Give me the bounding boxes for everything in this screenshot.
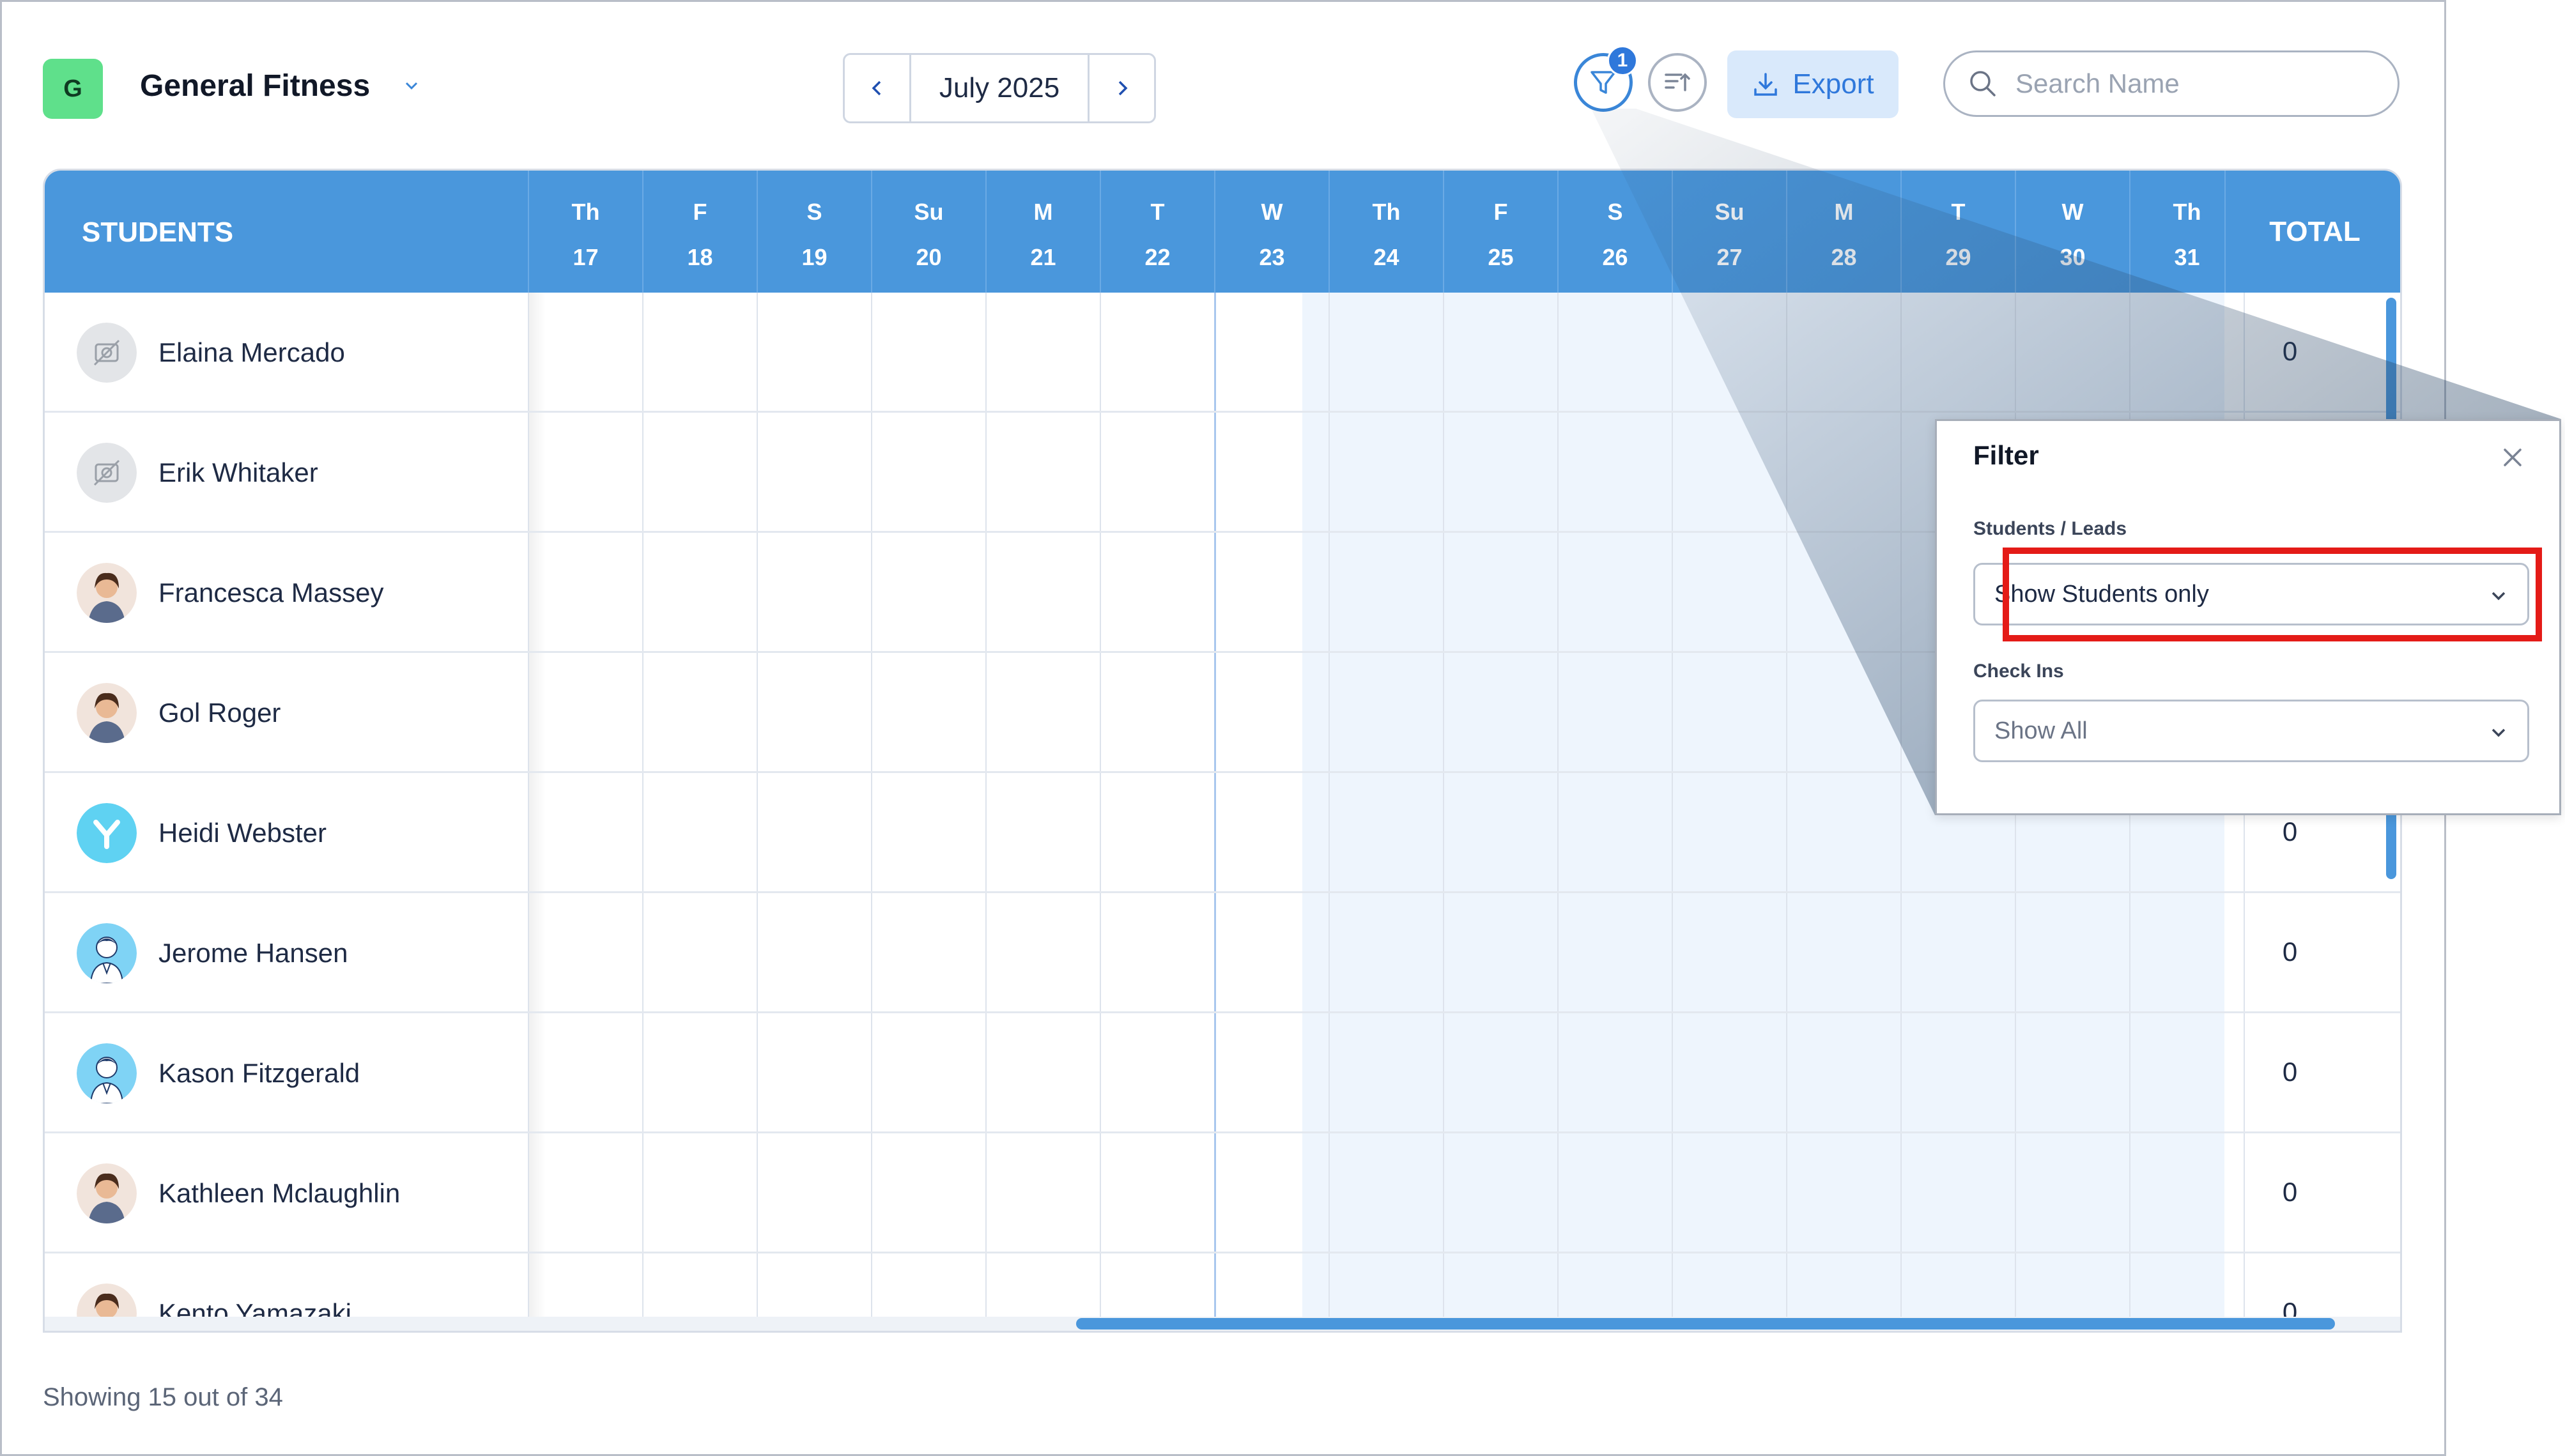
day-column-header: S 26 bbox=[1557, 171, 1672, 293]
day-number: 29 bbox=[1945, 244, 1971, 270]
day-column-header: W 23 bbox=[1214, 171, 1329, 293]
chevron-left-icon bbox=[872, 80, 881, 96]
student-name[interactable]: Kason Fitzgerald bbox=[158, 1058, 360, 1089]
day-number: 24 bbox=[1373, 244, 1399, 270]
org-name[interactable]: General Fitness bbox=[140, 68, 370, 103]
placeholder-avatar-icon bbox=[77, 443, 137, 503]
male-avatar-icon bbox=[77, 923, 137, 983]
day-of-week: W bbox=[2061, 199, 2084, 225]
table-row[interactable]: Kathleen Mclaughlin 0 bbox=[45, 1133, 2400, 1253]
photo-avatar bbox=[77, 1163, 137, 1223]
day-number: 17 bbox=[573, 244, 599, 270]
filter-panel-title: Filter bbox=[1973, 440, 2039, 470]
row-total: 0 bbox=[2282, 1177, 2298, 1207]
brand-avatar-icon bbox=[77, 803, 137, 863]
day-column-header: M 21 bbox=[985, 171, 1100, 293]
day-number: 21 bbox=[1030, 244, 1056, 270]
student-name[interactable]: Jerome Hansen bbox=[158, 938, 348, 969]
day-column-header: F 25 bbox=[1443, 171, 1557, 293]
previous-month-button[interactable] bbox=[845, 55, 911, 121]
search-input[interactable] bbox=[2015, 68, 2373, 99]
students-column-header: STUDENTS bbox=[82, 217, 234, 248]
day-of-week: Su bbox=[1714, 199, 1745, 225]
day-column-header: W 30 bbox=[2015, 171, 2129, 293]
day-number: 22 bbox=[1144, 244, 1171, 270]
total-column-header: TOTAL bbox=[2224, 171, 2400, 293]
close-icon[interactable] bbox=[2497, 441, 2529, 473]
row-total: 0 bbox=[2282, 336, 2298, 366]
export-button[interactable]: Export bbox=[1727, 50, 1899, 118]
day-of-week: W bbox=[1261, 199, 1283, 225]
month-navigator: July 2025 bbox=[843, 53, 1156, 123]
day-number: 27 bbox=[1716, 244, 1743, 270]
day-number: 26 bbox=[1602, 244, 1628, 270]
month-label: July 2025 bbox=[939, 72, 1060, 103]
day-column-header: M 28 bbox=[1786, 171, 1900, 293]
day-of-week: T bbox=[1150, 199, 1165, 225]
day-of-week: F bbox=[693, 199, 707, 225]
student-name[interactable]: Gol Roger bbox=[158, 698, 281, 728]
search-box[interactable] bbox=[1943, 50, 2399, 117]
day-number: 19 bbox=[801, 244, 828, 270]
day-number: 28 bbox=[1831, 244, 1857, 270]
row-total: 0 bbox=[2282, 937, 2298, 967]
table-row[interactable]: Jerome Hansen 0 bbox=[45, 893, 2400, 1013]
day-number: 20 bbox=[916, 244, 942, 270]
student-name[interactable]: Francesca Massey bbox=[158, 578, 383, 608]
horizontal-scrollbar[interactable] bbox=[1076, 1318, 2335, 1330]
day-column-header: Su 20 bbox=[871, 171, 985, 293]
sort-icon bbox=[1665, 73, 1690, 91]
day-column-header: F 18 bbox=[642, 171, 757, 293]
student-name[interactable]: Erik Whitaker bbox=[158, 457, 318, 488]
row-total: 0 bbox=[2282, 816, 2298, 847]
day-column-header: Th 24 bbox=[1329, 171, 1443, 293]
day-of-week: Su bbox=[914, 199, 944, 225]
chevron-right-icon bbox=[1118, 80, 1127, 96]
table-row[interactable]: Kason Fitzgerald 0 bbox=[45, 1013, 2400, 1133]
check-ins-value: Show All bbox=[1994, 717, 2088, 744]
check-ins-select[interactable]: Show All bbox=[1973, 700, 2529, 762]
check-ins-label: Check Ins bbox=[1973, 661, 2064, 682]
student-name[interactable]: Elaina Mercado bbox=[158, 337, 345, 368]
download-icon bbox=[1754, 73, 1778, 96]
day-column-header: S 19 bbox=[757, 171, 871, 293]
photo-avatar bbox=[77, 683, 137, 743]
table-header: STUDENTS Th 17 F 18 S 19 Su 20 M 21 T 22 W 23 Th 24 F 25 S… bbox=[45, 171, 2400, 293]
male-avatar-icon bbox=[77, 1043, 137, 1103]
students-leads-label: Students / Leads bbox=[1973, 518, 2127, 539]
day-column-header: Su 27 bbox=[1672, 171, 1786, 293]
day-of-week: S bbox=[806, 199, 822, 225]
day-column-header: Th 17 bbox=[528, 171, 642, 293]
filter-count-badge: 1 bbox=[1607, 45, 1638, 76]
day-number: 30 bbox=[2060, 244, 2086, 270]
chevron-down-icon[interactable] bbox=[403, 77, 420, 94]
day-of-week: T bbox=[1951, 199, 1966, 225]
org-badge: G bbox=[43, 59, 103, 119]
placeholder-avatar-icon bbox=[77, 323, 137, 383]
row-total: 0 bbox=[2282, 1057, 2298, 1087]
day-number: 18 bbox=[687, 244, 713, 270]
day-number: 25 bbox=[1488, 244, 1514, 270]
next-month-button[interactable] bbox=[1088, 55, 1154, 121]
search-icon bbox=[1970, 71, 1996, 96]
photo-avatar bbox=[77, 563, 137, 623]
day-column-header: T 22 bbox=[1100, 171, 1214, 293]
day-of-week: F bbox=[1493, 199, 1508, 225]
showing-count: Showing 15 out of 34 bbox=[43, 1383, 283, 1411]
export-label: Export bbox=[1792, 68, 1874, 100]
day-of-week: M bbox=[1033, 199, 1053, 225]
day-of-week: S bbox=[1607, 199, 1623, 225]
day-of-week: Th bbox=[1372, 199, 1401, 225]
student-name[interactable]: Heidi Webster bbox=[158, 818, 327, 848]
day-number: 23 bbox=[1259, 244, 1285, 270]
day-of-week: Th bbox=[571, 199, 600, 225]
highlight-box bbox=[2003, 548, 2542, 641]
day-of-week: M bbox=[1834, 199, 1854, 225]
sort-button[interactable] bbox=[1648, 53, 1707, 112]
day-column-header: T 29 bbox=[1900, 171, 2015, 293]
table-row[interactable]: Elaina Mercado 0 bbox=[45, 293, 2400, 413]
student-name[interactable]: Kathleen Mclaughlin bbox=[158, 1178, 400, 1209]
chevron-down-icon bbox=[2492, 728, 2506, 737]
